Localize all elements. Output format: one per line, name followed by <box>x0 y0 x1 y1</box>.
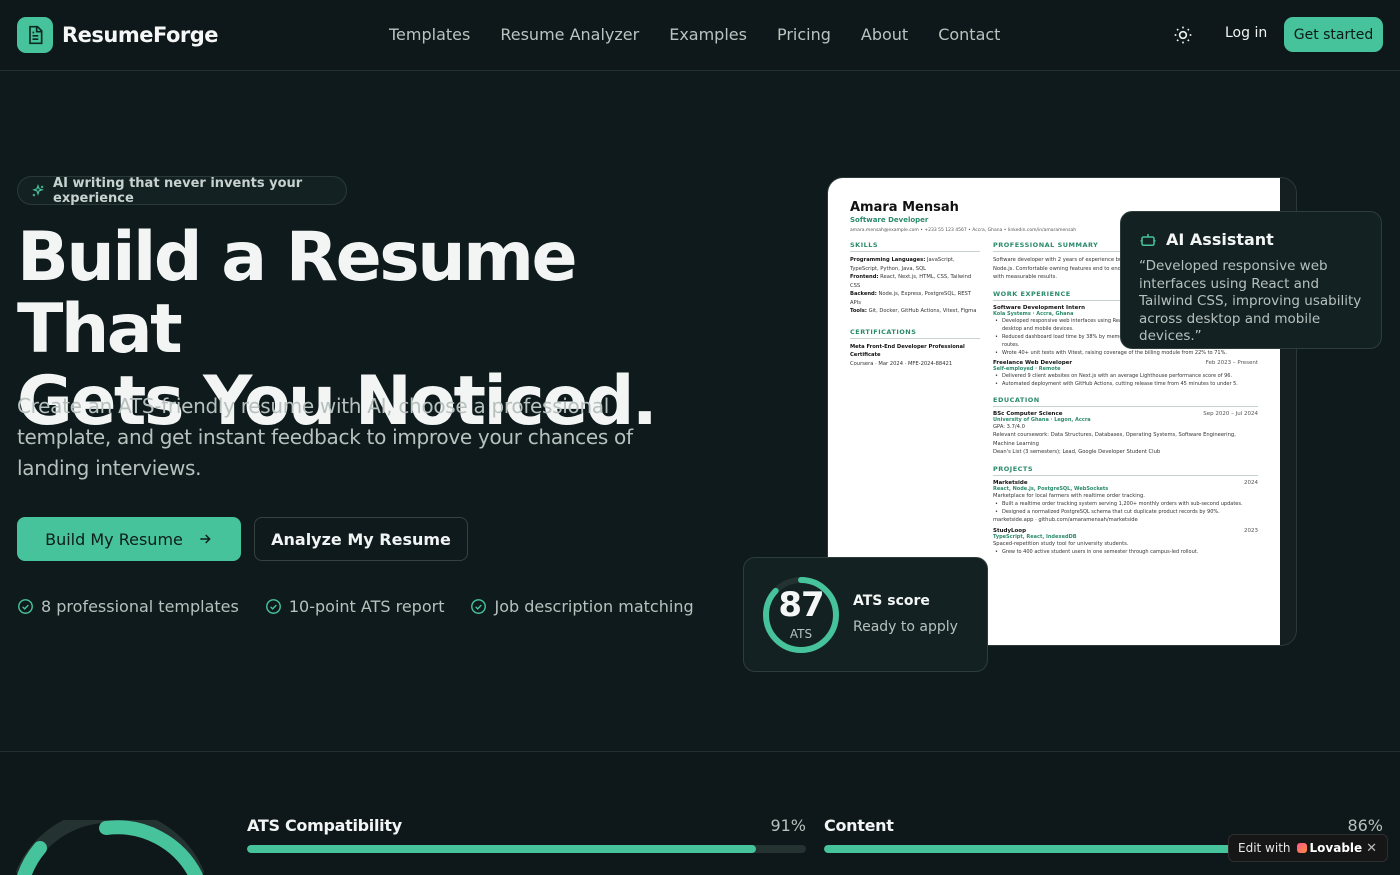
resume-skill: Programming Languages: JavaScript, TypeS… <box>850 257 955 272</box>
ai-assistant-header: AI Assistant <box>1139 230 1363 249</box>
ai-assistant-card: AI Assistant “Developed responsive web i… <box>1120 211 1382 349</box>
build-resume-label: Build My Resume <box>45 529 183 549</box>
get-started-button[interactable]: Get started <box>1284 17 1383 52</box>
overall-score-ring <box>15 820 205 875</box>
lovable-heart-icon <box>1296 843 1307 853</box>
edit-with-lovable-badge[interactable]: Edit with Lovable ✕ <box>1228 834 1388 862</box>
resume-bullet: Automated deployment with GitHub Actions… <box>993 380 1258 388</box>
ai-assistant-quote: “Developed responsive web interfaces usi… <box>1139 258 1362 344</box>
top-navbar: ResumeForge Templates Resume Analyzer Ex… <box>0 0 1400 71</box>
resume-section-title: CERTIFICATIONS <box>850 328 980 339</box>
resume-bullet: Designed a normalized PostgreSQL schema … <box>993 508 1258 516</box>
resume-section-title: PROJECTS <box>993 465 1258 476</box>
resume-coursework: Relevant coursework: Data Structures, Da… <box>993 432 1236 447</box>
resume-section-title: SKILLS <box>850 241 980 252</box>
arrow-right-icon <box>200 534 211 544</box>
resume-bullet: Wrote 40+ unit tests with Vitest, raisin… <box>993 349 1258 357</box>
resume-skill: Backend: Node.js, Express, PostgreSQL, R… <box>850 291 971 306</box>
feature-label: 10-point ATS report <box>288 597 445 616</box>
analyze-resume-button[interactable]: Analyze My Resume <box>254 517 468 561</box>
nav-links: Templates Resume Analyzer Examples Prici… <box>389 25 1030 44</box>
check-circle-icon <box>471 599 487 614</box>
nav-link-examples[interactable]: Examples <box>669 25 747 44</box>
brand-logo[interactable]: ResumeForge <box>17 17 219 53</box>
metric-value: 86% <box>1347 816 1383 835</box>
ats-card-title: ATS score <box>853 593 930 609</box>
metric-fill <box>247 845 756 853</box>
headline-line-1: Build a Resume That <box>17 218 578 369</box>
check-circle-icon <box>18 599 33 614</box>
nav-link-contact[interactable]: Contact <box>938 25 1000 44</box>
feature-item: 8 professional templates <box>17 597 239 616</box>
sparkles-icon <box>32 183 44 196</box>
close-icon[interactable]: ✕ <box>1366 841 1377 856</box>
check-circle-icon <box>265 599 281 614</box>
document-icon <box>17 17 53 53</box>
resume-skill: Tools: Git, Docker, GitHub Actions, Vite… <box>850 308 977 314</box>
resume-project-desc: Marketplace for local farmers with realt… <box>993 492 1145 499</box>
feature-label: Job description matching <box>494 597 694 616</box>
feature-label: 8 professional templates <box>41 597 239 616</box>
nav-link-about[interactable]: About <box>861 25 908 44</box>
metric-label: Content <box>824 816 894 835</box>
resume-left-column: SKILLS Programming Languages: JavaScript… <box>850 241 980 556</box>
nav-link-templates[interactable]: Templates <box>389 25 470 44</box>
lovable-brand: Lovable <box>1296 841 1363 855</box>
ats-score-label: ATS <box>789 627 813 641</box>
login-link[interactable]: Log in <box>1225 25 1267 41</box>
lovable-edit-label: Edit with <box>1238 841 1291 855</box>
resume-project-link: marketside.app · github.com/amaramensah/… <box>993 517 1138 523</box>
feature-item: 10-point ATS report <box>265 597 445 616</box>
feature-pill: AI writing that never invents your exper… <box>17 175 347 206</box>
resume-cert-name: Meta Front-End Developer Professional Ce… <box>850 343 965 359</box>
resume-skill: Frontend: React, Next.js, HTML, CSS, Tai… <box>850 274 972 289</box>
ai-assistant-title: AI Assistant <box>1166 230 1274 249</box>
resume-bullet: Built a realtime order tracking system s… <box>993 500 1258 508</box>
ats-score-value: 87 <box>778 585 824 625</box>
lovable-brand-label: Lovable <box>1309 841 1363 855</box>
ats-card-subtitle: Ready to apply <box>853 619 958 635</box>
resume-gpa: GPA: 3.7/4.0 <box>993 423 1025 430</box>
metric-track <box>247 845 806 853</box>
resume-section-title: EDUCATION <box>993 396 1258 407</box>
build-resume-button[interactable]: Build My Resume <box>17 517 241 561</box>
metric-ats-compatibility: ATS Compatibility 91% <box>247 816 806 853</box>
resume-bullet: Grew to 400 active student users in one … <box>993 548 1258 556</box>
resume-project-desc: Spaced-repetition study tool for univers… <box>993 540 1129 547</box>
resume-bullet: Delivered 9 client websites on Next.js w… <box>993 372 1258 380</box>
feature-list: 8 professional templates 10-point ATS re… <box>17 597 720 616</box>
resume-cert-meta: Coursera · Mar 2024 · MFE-2024-88421 <box>850 360 953 367</box>
nav-link-resume-analyzer[interactable]: Resume Analyzer <box>500 25 639 44</box>
bot-icon <box>1140 233 1156 246</box>
metric-label: ATS Compatibility <box>247 816 402 835</box>
metric-value: 91% <box>770 816 806 835</box>
resume-honors: Dean's List (3 semesters); Lead, Google … <box>993 449 1161 455</box>
pill-text: AI writing that never invents your exper… <box>53 175 303 206</box>
score-breakdown-section <box>0 751 1400 875</box>
hero-subhead: Create an ATS-friendly resume with AI, c… <box>17 394 633 480</box>
nav-link-pricing[interactable]: Pricing <box>777 25 831 44</box>
sun-icon[interactable] <box>1173 25 1193 45</box>
ats-score-card: 87 ATS ATS score Ready to apply <box>743 557 988 672</box>
brand-name: ResumeForge <box>62 23 219 47</box>
feature-item: Job description matching <box>470 597 694 616</box>
